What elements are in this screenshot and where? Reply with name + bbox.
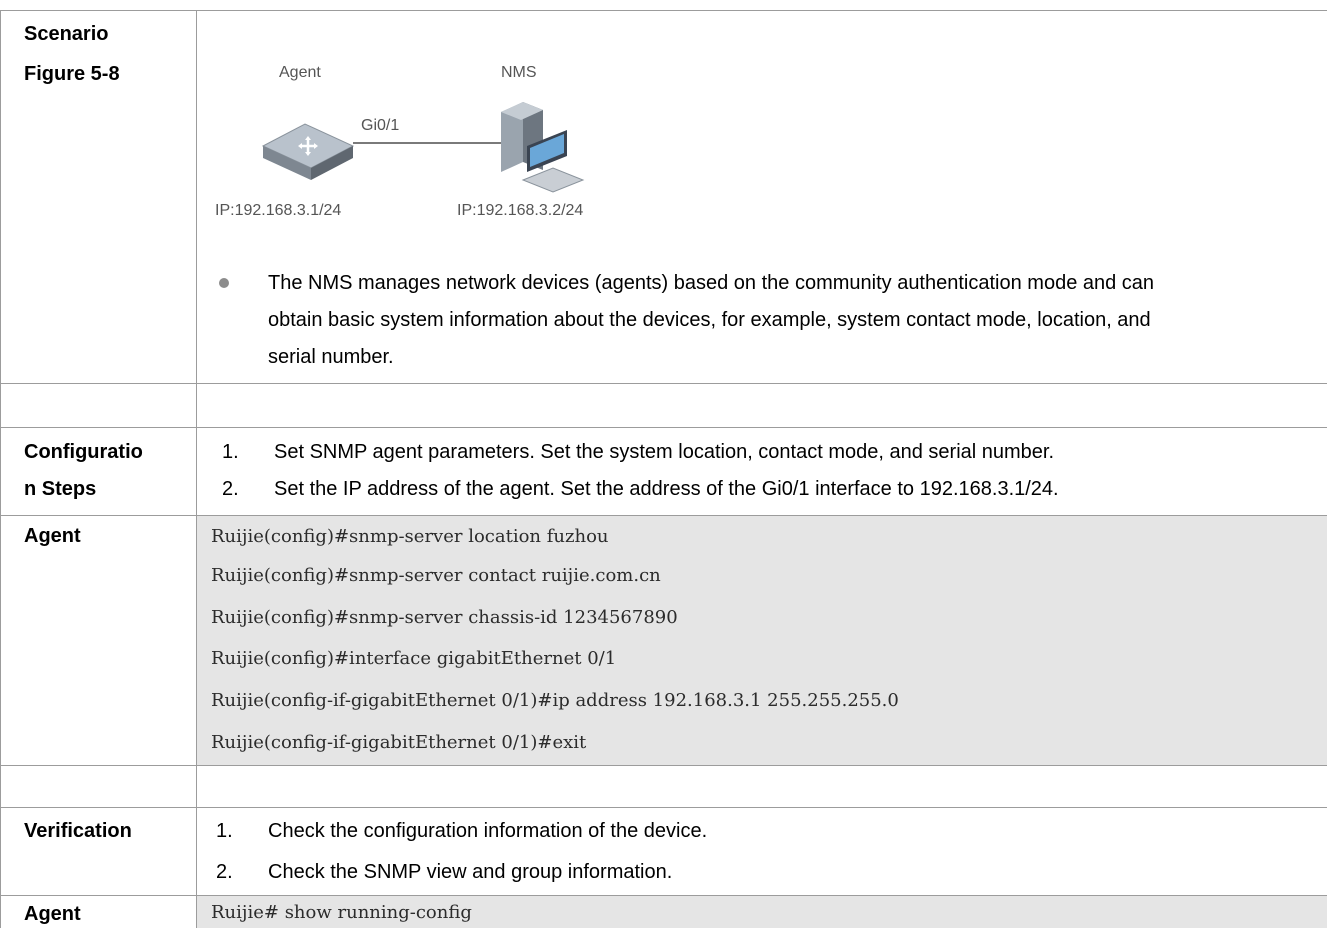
- code-line: Ruijie(config)#interface gigabitEthernet…: [211, 648, 617, 669]
- server-icon: [501, 102, 585, 193]
- table-border: [0, 10, 1, 928]
- table-border: [0, 427, 1327, 428]
- config-steps-label: Configuratio: [24, 441, 143, 463]
- agent-verify-code-block: Ruijie# show running-config: [197, 896, 1327, 928]
- verification-label: Verification: [24, 820, 132, 842]
- scenario-label: Scenario: [24, 23, 109, 45]
- scenario-description-line: serial number.: [268, 346, 394, 368]
- agent-config-code-block: Ruijie(config)#snmp-server location fuzh…: [197, 516, 1327, 765]
- code-line: Ruijie(config)#snmp-server location fuzh…: [211, 526, 609, 547]
- table-border: [0, 765, 1327, 766]
- code-line: Ruijie(config-if-gigabitEthernet 0/1)#ip…: [211, 690, 899, 711]
- table-border: [0, 383, 1327, 384]
- table-border: [196, 10, 197, 928]
- code-line: Ruijie(config-if-gigabitEthernet 0/1)#ex…: [211, 732, 587, 753]
- agent-label: Agent: [279, 64, 321, 81]
- step-text: Check the SNMP view and group informatio…: [268, 861, 673, 883]
- step-number: 2.: [222, 478, 239, 500]
- figure-label: Figure 5-8: [24, 63, 120, 85]
- scenario-description-line: obtain basic system information about th…: [268, 309, 1151, 331]
- code-line: Ruijie(config)#snmp-server contact ruiji…: [211, 565, 661, 586]
- scenario-description-line: The NMS manages network devices (agents)…: [268, 272, 1155, 294]
- table-border: [0, 807, 1327, 808]
- step-text: Set SNMP agent parameters. Set the syste…: [274, 441, 1055, 463]
- agent-label-cell: Agent: [24, 903, 81, 925]
- link-label: Gi0/1: [361, 117, 399, 134]
- agent-label-cell: Agent: [24, 525, 81, 547]
- step-text: Set the IP address of the agent. Set the…: [274, 478, 1059, 500]
- config-steps-label-cont: n Steps: [24, 478, 97, 500]
- switch-icon: [261, 123, 355, 180]
- bullet-icon: [219, 278, 229, 288]
- nms-ip: IP:192.168.3.2/24: [457, 202, 583, 219]
- step-number: 1.: [222, 441, 239, 463]
- code-line: Ruijie(config)#snmp-server chassis-id 12…: [211, 607, 678, 628]
- step-text: Check the configuration information of t…: [268, 820, 708, 842]
- agent-ip: IP:192.168.3.1/24: [215, 202, 341, 219]
- nms-label: NMS: [501, 64, 537, 81]
- step-number: 1.: [216, 820, 233, 842]
- network-figure: Agent NMS Gi0/1 IP:192.168.3.1/24 IP:192…: [215, 64, 585, 219]
- step-number: 2.: [216, 861, 233, 883]
- code-line: Ruijie# show running-config: [211, 902, 472, 923]
- table-border: [0, 10, 1327, 11]
